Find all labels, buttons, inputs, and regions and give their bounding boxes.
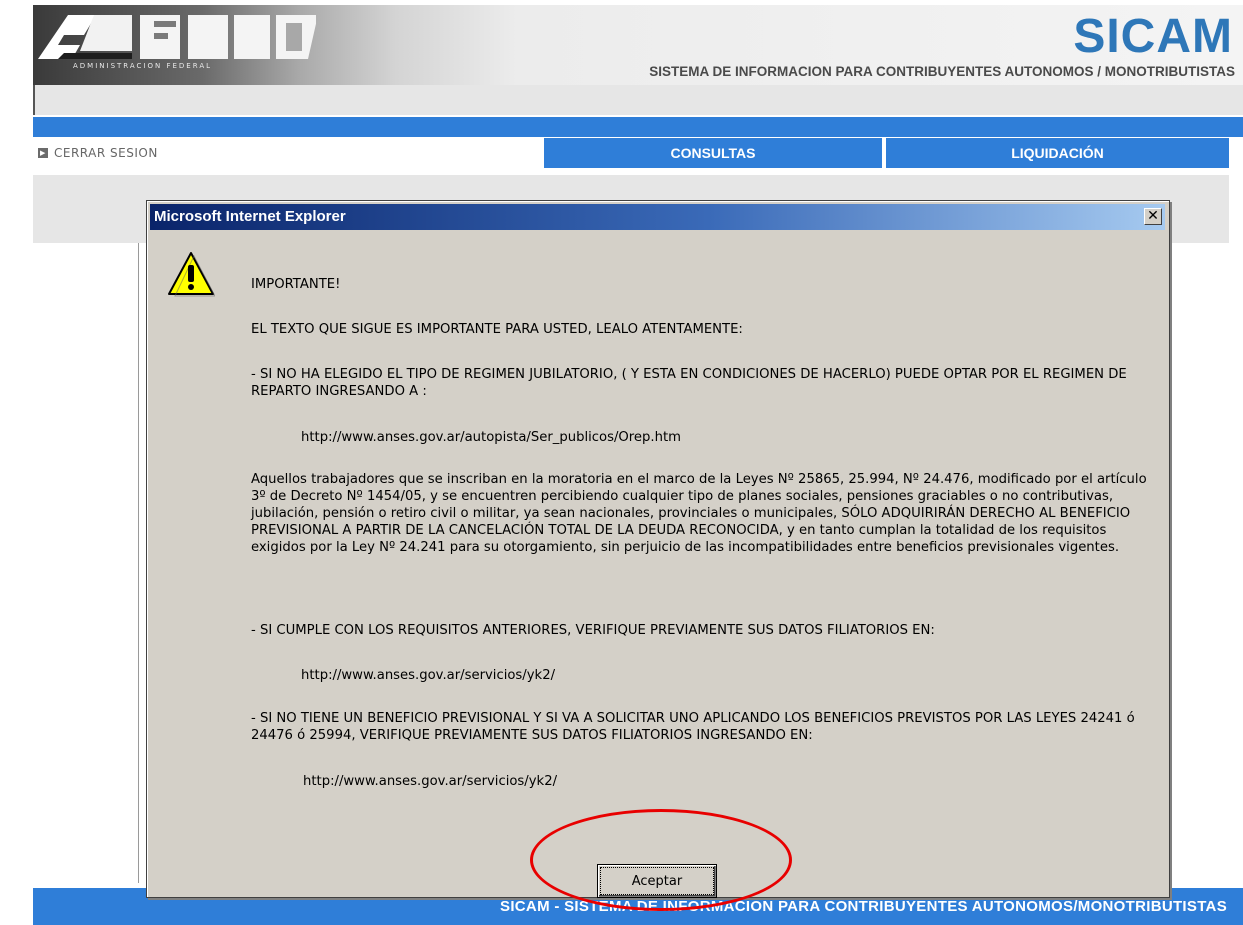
header-banner: ADMINISTRACION FEDERAL SICAM SISTEMA DE … [33, 5, 1243, 85]
close-button[interactable]: ✕ [1144, 208, 1162, 225]
message-url-2: http://www.anses.gov.ar/servicios/yk2/ [301, 668, 556, 683]
dialog-title: Microsoft Internet Explorer [154, 208, 346, 225]
header-tagline: SISTEMA DE INFORMACION PARA CONTRIBUYENT… [649, 64, 1235, 79]
message-url-3: http://www.anses.gov.ar/servicios/yk2/ [303, 774, 558, 789]
message-body: Aquellos trabajadores que se inscriban e… [251, 472, 1147, 555]
arrow-right-icon: ▶ [38, 148, 48, 158]
nav-bar: ▶ CERRAR SESION CONSULTAS LIQUIDACIÓN [33, 137, 1243, 169]
tab-consultas[interactable]: CONSULTAS [544, 138, 882, 168]
content-border [138, 243, 139, 883]
close-icon: ✕ [1147, 208, 1159, 224]
sicam-brand: SICAM [1073, 10, 1233, 63]
logo-subtext: ADMINISTRACION FEDERAL [73, 62, 213, 70]
logout-label: CERRAR SESION [54, 146, 158, 160]
message-lead: EL TEXTO QUE SIGUE ES IMPORTANTE PARA US… [251, 322, 743, 337]
top-blue-bar [33, 117, 1243, 137]
header: ADMINISTRACION FEDERAL SICAM SISTEMA DE … [0, 0, 1243, 117]
afip-logo [38, 15, 316, 59]
alert-dialog: Microsoft Internet Explorer ✕ IMPORTANTE… [146, 200, 1170, 898]
message-url-1: http://www.anses.gov.ar/autopista/Ser_pu… [301, 430, 681, 445]
header-divider [33, 85, 35, 115]
aceptar-button[interactable]: Aceptar [597, 864, 717, 898]
message-bullet-1: - SI NO HA ELEGIDO EL TIPO DE REGIMEN JU… [251, 367, 1127, 399]
header-strip [33, 85, 1243, 115]
message-important: IMPORTANTE! [251, 277, 341, 292]
warning-icon [168, 252, 215, 297]
dialog-titlebar[interactable]: Microsoft Internet Explorer ✕ [150, 204, 1165, 230]
message-bullet-2: - SI CUMPLE CON LOS REQUISITOS ANTERIORE… [251, 623, 935, 638]
message-bullet-3: - SI NO TIENE UN BENEFICIO PREVISIONAL Y… [251, 711, 1135, 743]
tab-liquidacion[interactable]: LIQUIDACIÓN [886, 138, 1229, 168]
logout-link[interactable]: ▶ CERRAR SESION [38, 146, 158, 160]
